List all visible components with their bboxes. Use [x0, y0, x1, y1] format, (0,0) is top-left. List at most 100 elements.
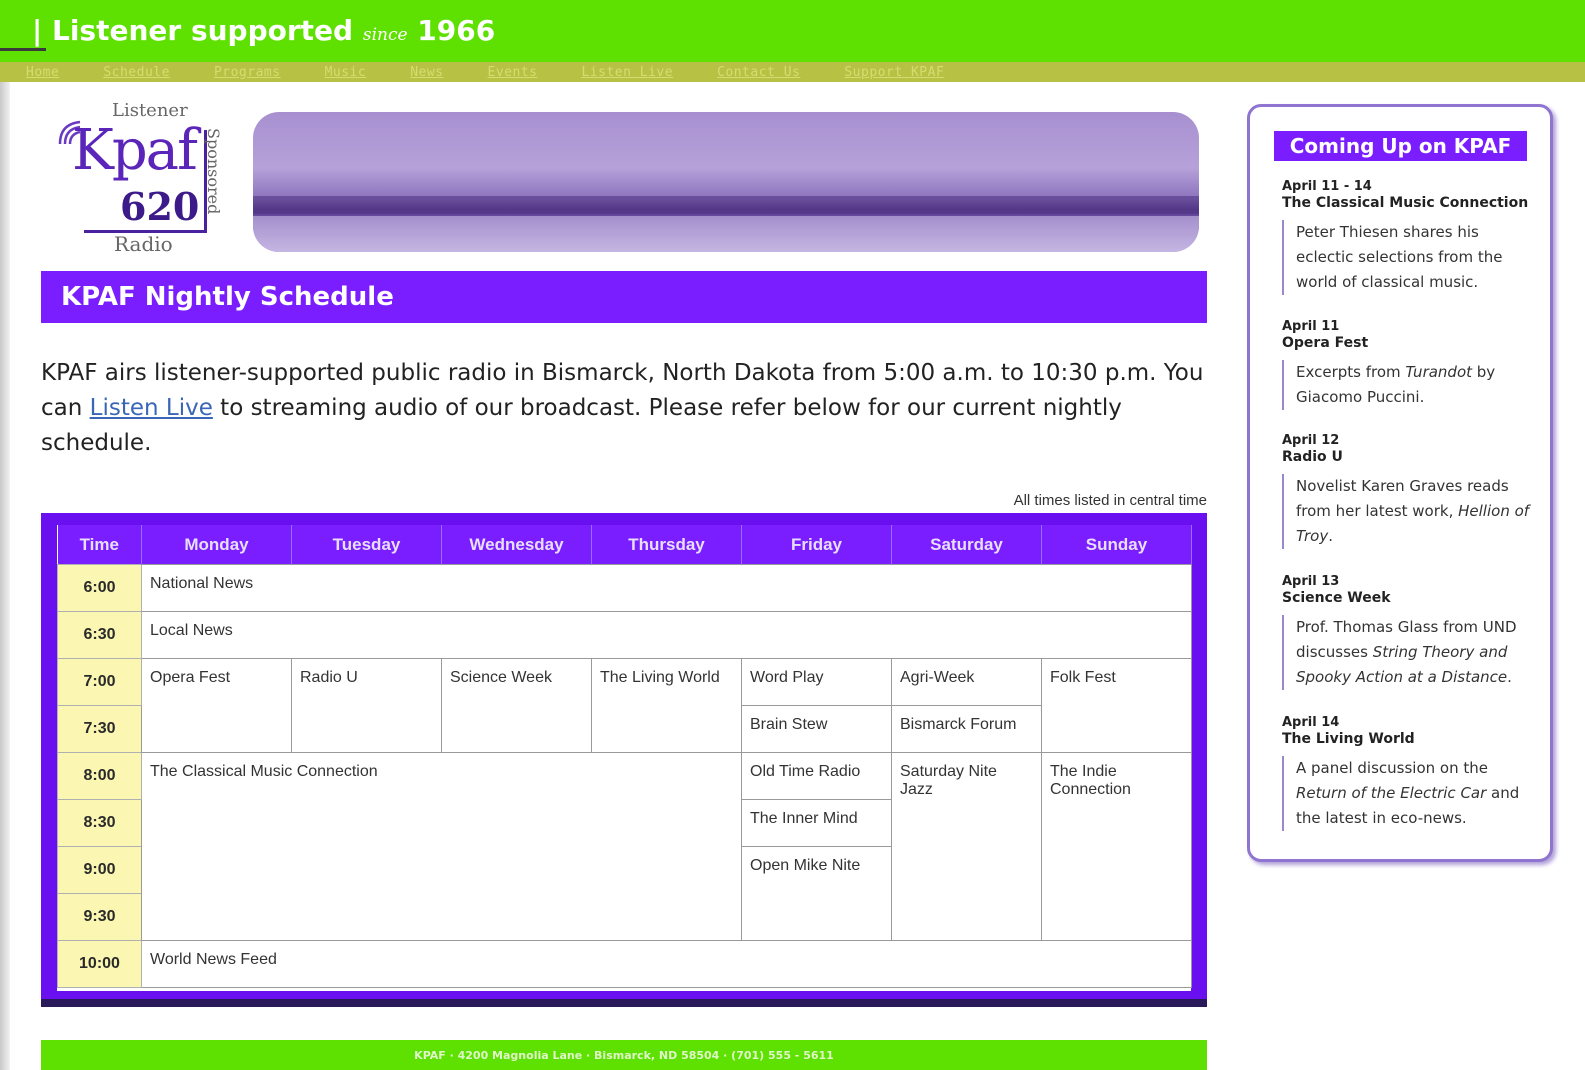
logo-name: Kpaf	[72, 118, 198, 183]
nav-home[interactable]: Home	[26, 65, 59, 80]
col-header-tuesday: Tuesday	[291, 525, 442, 565]
program-science-week: Science Week	[441, 658, 592, 753]
event-description: Excerpts from Turandot by Giacomo Puccin…	[1282, 360, 1532, 410]
event-date: April 14	[1282, 715, 1340, 730]
nav-support[interactable]: Support KPAF	[844, 65, 944, 80]
schedule-row: 10:00 World News Feed	[57, 940, 1192, 988]
event-desc-text: .	[1328, 527, 1334, 545]
nav-music[interactable]: Music	[325, 65, 367, 80]
program-national-news: National News	[141, 564, 1192, 612]
event-description: Novelist Karen Graves reads from her lat…	[1282, 474, 1532, 549]
time-cell: 7:30	[57, 705, 142, 753]
nav-events[interactable]: Events	[488, 65, 538, 80]
event-desc-text: A panel discussion on the	[1296, 759, 1488, 777]
program-brain-stew: Brain Stew	[741, 705, 892, 753]
page-title: KPAF Nightly Schedule	[61, 282, 394, 312]
program-radio-u: Radio U	[291, 658, 442, 753]
site-header: | Listener supported since 1966	[0, 0, 1585, 62]
banner-beach	[253, 216, 1199, 252]
schedule-table: Time Monday Tuesday Wednesday Thursday F…	[57, 525, 1192, 988]
schedule-row: 6:30 Local News	[57, 611, 1192, 659]
event-desc-title: Return of the Electric Car	[1296, 784, 1487, 802]
program-agri-week: Agri-Week	[891, 658, 1042, 706]
time-cell: 10:00	[57, 940, 142, 988]
event-item: April 13 Science Week Prof. Thomas Glass…	[1282, 574, 1532, 690]
program-bismarck-forum: Bismarck Forum	[891, 705, 1042, 753]
time-cell: 9:00	[57, 846, 142, 894]
col-header-time: Time	[57, 525, 142, 565]
col-header-monday: Monday	[141, 525, 292, 565]
logo-frequency: 620	[120, 184, 200, 229]
time-cell: 7:00	[57, 658, 142, 706]
event-date: April 11	[1282, 319, 1340, 334]
program-indie-connection: The Indie Connection	[1041, 752, 1192, 941]
event-desc-text: .	[1507, 668, 1512, 686]
event-description: Prof. Thomas Glass from UND discusses St…	[1282, 615, 1532, 690]
col-header-wednesday: Wednesday	[441, 525, 592, 565]
event-desc-text: Excerpts from	[1296, 363, 1406, 381]
site-footer: KPAF · 4200 Magnolia Lane · Bismarck, ND…	[41, 1040, 1207, 1070]
event-name: Science Week	[1282, 590, 1391, 606]
event-description: Peter Thiesen shares his eclectic select…	[1282, 220, 1532, 295]
event-item: April 12 Radio U Novelist Karen Graves r…	[1282, 433, 1532, 549]
sidebar-title: Coming Up on KPAF	[1274, 131, 1527, 161]
col-header-sunday: Sunday	[1041, 525, 1192, 565]
tagline-since: since	[362, 25, 408, 45]
col-header-thursday: Thursday	[591, 525, 742, 565]
time-cell: 6:00	[57, 564, 142, 612]
program-open-mike-nite: Open Mike Nite	[741, 846, 892, 941]
event-date: April 12	[1282, 433, 1340, 448]
program-living-world: The Living World	[591, 658, 742, 753]
logo-sponsored: Sponsored	[204, 128, 223, 215]
tagline-pipe: |	[32, 14, 43, 47]
logo-radio: Radio	[114, 232, 173, 256]
nav-contact-us[interactable]: Contact Us	[717, 65, 800, 80]
event-item: April 11 - 14 The Classical Music Connec…	[1282, 179, 1532, 295]
banner-horizon	[253, 196, 1199, 214]
timezone-note: All times listed in central time	[1013, 492, 1207, 509]
program-opera-fest: Opera Fest	[141, 658, 292, 753]
intro-paragraph: KPAF airs listener-supported public radi…	[41, 356, 1211, 461]
time-cell: 9:30	[57, 893, 142, 941]
program-folk-fest: Folk Fest	[1041, 658, 1192, 753]
program-saturday-nite-jazz: Saturday Nite Jazz	[891, 752, 1042, 941]
nav-listen-live[interactable]: Listen Live	[581, 65, 673, 80]
col-header-saturday: Saturday	[891, 525, 1042, 565]
nav-news[interactable]: News	[410, 65, 443, 80]
schedule-header-row: Time Monday Tuesday Wednesday Thursday F…	[57, 525, 1192, 565]
site-tagline: | Listener supported since 1966	[32, 14, 495, 47]
program-word-play: Word Play	[741, 658, 892, 706]
schedule-frame: Time Monday Tuesday Wednesday Thursday F…	[41, 513, 1207, 1007]
program-classical-music: The Classical Music Connection	[141, 752, 742, 941]
time-cell: 8:00	[57, 752, 142, 800]
event-item: April 14 The Living World A panel discus…	[1282, 715, 1532, 831]
program-inner-mind: The Inner Mind	[741, 799, 892, 847]
header-divider	[0, 48, 46, 51]
tagline-year: 1966	[417, 14, 496, 47]
station-logo[interactable]: Listener Kpaf 620 Radio Sponsored	[54, 100, 234, 260]
page-shadow	[0, 82, 10, 1070]
coming-up-sidebar: Coming Up on KPAF April 11 - 14 The Clas…	[1247, 104, 1553, 862]
schedule-container: Time Monday Tuesday Wednesday Thursday F…	[57, 525, 1192, 991]
program-world-news-feed: World News Feed	[141, 940, 1192, 988]
event-desc-title: Turandot	[1405, 363, 1473, 381]
schedule-row: 8:00 The Classical Music Connection Old …	[57, 752, 1192, 941]
event-date: April 11 - 14	[1282, 179, 1372, 194]
event-name: Radio U	[1282, 449, 1343, 465]
listen-live-link[interactable]: Listen Live	[90, 395, 213, 421]
schedule-row: 7:00 Opera Fest Radio U Science Week The…	[57, 658, 1192, 753]
tagline-main: Listener supported	[51, 14, 354, 47]
program-old-time-radio: Old Time Radio	[741, 752, 892, 800]
event-name: Opera Fest	[1282, 335, 1369, 351]
time-cell: 6:30	[57, 611, 142, 659]
nav-schedule[interactable]: Schedule	[103, 65, 170, 80]
page-title-bar: KPAF Nightly Schedule	[41, 271, 1207, 323]
event-date: April 13	[1282, 574, 1340, 589]
main-nav: Home Schedule Programs Music News Events…	[0, 62, 1585, 82]
event-name: The Living World	[1282, 731, 1415, 747]
time-cell: 8:30	[57, 799, 142, 847]
event-name: The Classical Music Connection	[1282, 195, 1529, 211]
event-description: A panel discussion on the Return of the …	[1282, 756, 1532, 831]
header-banner-image	[253, 112, 1199, 252]
nav-programs[interactable]: Programs	[214, 65, 281, 80]
